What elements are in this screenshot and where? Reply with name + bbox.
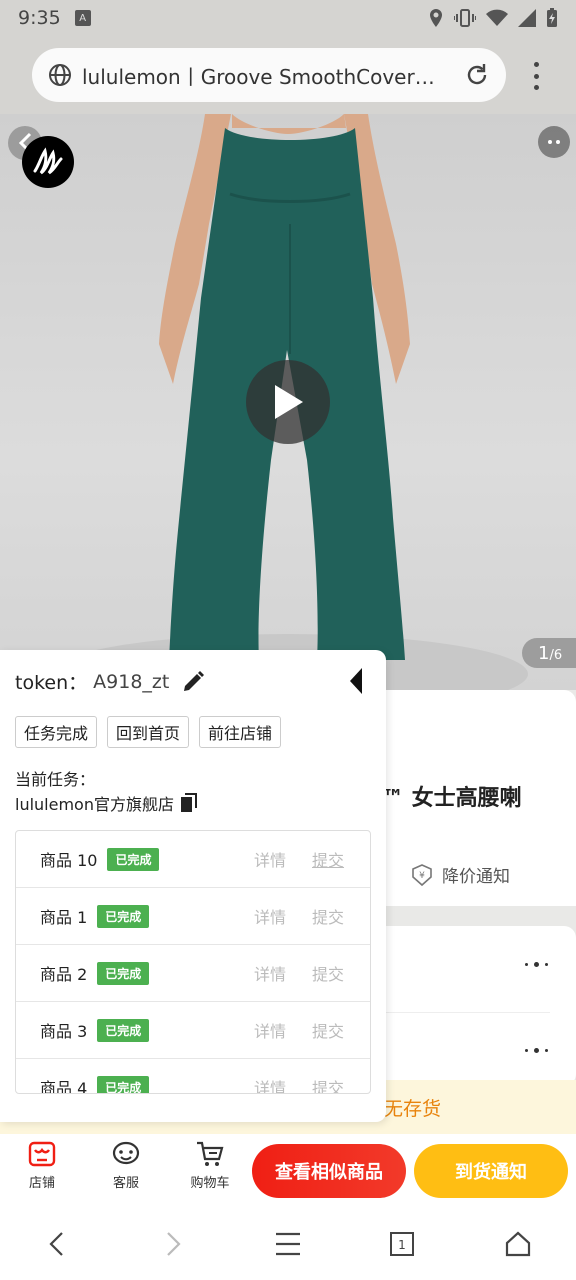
nav-bar: 1 [0, 1208, 576, 1280]
signal-icon [518, 9, 536, 27]
service-label: 客服 [112, 1176, 139, 1191]
current-store-name: lululemon官方旗舰店 [15, 795, 174, 814]
row-submit-link[interactable]: 提交 [312, 1075, 344, 1093]
nav-forward-icon[interactable] [156, 1226, 192, 1262]
view-similar-button[interactable]: 查看相似商品 [252, 1144, 406, 1198]
copy-icon[interactable] [180, 793, 198, 813]
status-badge: 已完成 [97, 961, 150, 985]
token-label: token： [15, 672, 88, 694]
price-tag-icon: ¥ [412, 863, 432, 886]
task-list[interactable]: 商品 10 已完成 详情 提交 商品 1 已完成 详情 提交 商品 2 已完成 … [15, 830, 371, 1094]
task-panel: token： A918_zt 任务完成 回到首页 前往店铺 当前任务： lulu… [0, 650, 386, 1122]
play-button[interactable] [246, 360, 330, 444]
row-detail-link[interactable]: 详情 [254, 904, 286, 928]
row-submit-link[interactable]: 提交 [312, 1018, 344, 1042]
table-row: 商品 10 已完成 详情 提交 [16, 831, 370, 888]
cart-label: 购物车 [190, 1176, 230, 1191]
image-counter: 1/6 [522, 638, 576, 668]
reload-icon[interactable] [464, 62, 490, 88]
cart-button[interactable]: 购物车 [178, 1140, 242, 1191]
chat-icon [112, 1141, 140, 1165]
row-name: 商品 4 [40, 1079, 88, 1094]
counter-current: 1 [538, 642, 550, 664]
nav-menu-icon[interactable] [270, 1226, 306, 1262]
current-task-store: lululemon官方旗舰店 [15, 791, 198, 815]
status-time: 9:35 [18, 7, 61, 29]
nav-home-icon[interactable] [500, 1226, 536, 1262]
option-more-icon[interactable] [525, 962, 548, 967]
globe-icon [49, 64, 71, 86]
wifi-icon [486, 9, 508, 26]
token-value: A918_zt [93, 670, 170, 693]
store-icon [28, 1141, 56, 1167]
battery-icon [547, 8, 557, 27]
row-name: 商品 3 [40, 1022, 88, 1041]
action-bar: 店铺 客服 购物车 查看相似商品 到货通知 [0, 1134, 576, 1208]
location-icon [430, 9, 442, 27]
lululemon-logo-icon [33, 147, 63, 175]
current-task-label: 当前任务： [15, 770, 96, 789]
status-badge: 已完成 [107, 847, 160, 871]
table-row: 商品 2 已完成 详情 提交 [16, 945, 370, 1002]
svg-text:¥: ¥ [419, 871, 425, 881]
url-title: lululemon丨Groove SmoothCover™... [82, 64, 452, 89]
kebab-menu-icon[interactable] [526, 62, 546, 90]
a-box-icon: A [74, 10, 91, 26]
row-submit-link[interactable]: 提交 [312, 961, 344, 985]
status-badge: 已完成 [97, 1075, 150, 1093]
row-name: 商品 2 [40, 965, 88, 984]
arrival-notify-button[interactable]: 到货通知 [414, 1144, 568, 1198]
task-complete-button[interactable]: 任务完成 [15, 716, 98, 748]
table-row: 商品 3 已完成 详情 提交 [16, 1002, 370, 1059]
url-bar[interactable]: lululemon丨Groove SmoothCover™... [32, 48, 506, 102]
price-alert-label: 降价通知 [442, 867, 510, 887]
go-store-button[interactable]: 前往店铺 [199, 716, 282, 748]
more-button[interactable] [538, 126, 570, 158]
status-badge: 已完成 [97, 904, 150, 928]
row-detail-link[interactable]: 详情 [254, 961, 286, 985]
browser-toolbar: lululemon丨Groove SmoothCover™... [0, 36, 576, 114]
counter-total: /6 [549, 647, 563, 663]
nav-back-icon[interactable] [38, 1226, 74, 1262]
collapse-panel-icon[interactable] [346, 666, 366, 696]
vibrate-icon [454, 9, 476, 27]
store-label: 店铺 [28, 1176, 55, 1191]
row-name: 商品 10 [40, 851, 98, 870]
stock-status: 无存货 [384, 1098, 442, 1120]
row-detail-link[interactable]: 详情 [254, 1018, 286, 1042]
svg-text:1: 1 [398, 1238, 406, 1252]
status-icons [428, 8, 558, 28]
token-row: token： A918_zt [15, 668, 205, 695]
row-name: 商品 1 [40, 908, 88, 927]
cart-icon [197, 1141, 224, 1166]
nav-tabs-icon[interactable]: 1 [384, 1226, 420, 1262]
row-submit-link[interactable]: 提交 [312, 904, 344, 928]
row-detail-link[interactable]: 详情 [254, 847, 286, 871]
play-icon [275, 385, 303, 419]
row-submit-link[interactable]: 提交 [312, 847, 344, 871]
task-button-row: 任务完成 回到首页 前往店铺 [15, 716, 282, 748]
back-home-button[interactable]: 回到首页 [107, 716, 190, 748]
edit-icon[interactable] [181, 670, 205, 694]
table-row: 商品 1 已完成 详情 提交 [16, 888, 370, 945]
store-button[interactable]: 店铺 [10, 1140, 74, 1191]
option-more-icon-2[interactable] [525, 1048, 548, 1053]
service-button[interactable]: 客服 [94, 1140, 158, 1191]
divider [386, 1012, 550, 1013]
price-alert-button[interactable]: ¥ 降价通知 [410, 862, 510, 887]
brand-logo [22, 136, 74, 188]
product-title: ™ 女士高腰喇 [382, 786, 522, 811]
row-detail-link[interactable]: 详情 [254, 1075, 286, 1093]
table-row: 商品 4 已完成 详情 提交 [16, 1059, 370, 1094]
status-bar: 9:35 A [0, 0, 576, 36]
status-badge: 已完成 [97, 1018, 150, 1042]
product-image[interactable]: 1/6 [0, 114, 576, 690]
